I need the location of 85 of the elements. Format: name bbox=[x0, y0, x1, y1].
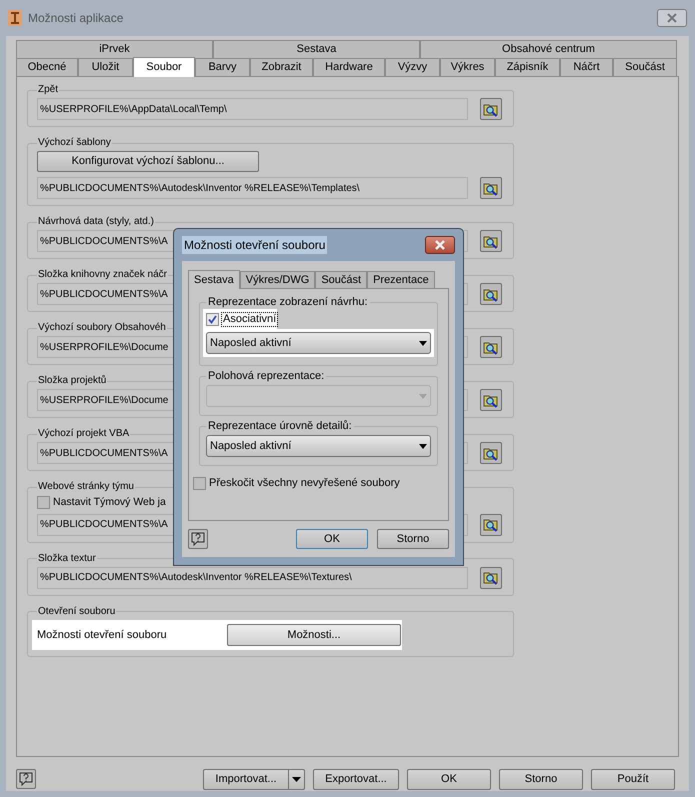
checkbox[interactable] bbox=[193, 476, 206, 490]
dialog-tab[interactable]: Výkres/DWG bbox=[240, 271, 316, 288]
tab[interactable]: Barvy bbox=[195, 58, 250, 76]
tab[interactable]: Zobrazit bbox=[250, 58, 313, 76]
folder-search-icon bbox=[483, 570, 499, 586]
checkbox-label: Přeskočit všechny nevyřešené soubory bbox=[209, 476, 400, 491]
dialog-tab[interactable]: Sestava bbox=[188, 270, 240, 289]
group-legend: Otevření souboru bbox=[37, 604, 116, 619]
group-legend: Výchozí šablony bbox=[37, 136, 112, 150]
browse-button[interactable] bbox=[480, 336, 502, 358]
tab[interactable]: Součást bbox=[613, 58, 677, 76]
dialog-button[interactable]: OK bbox=[296, 529, 368, 549]
folder-search-icon bbox=[483, 102, 499, 116]
group-legend: Složka textur bbox=[37, 552, 97, 566]
tab[interactable]: Hardware bbox=[313, 58, 385, 76]
tab[interactable]: Sestava bbox=[213, 40, 420, 58]
folder-search-icon bbox=[483, 180, 499, 196]
caret-icon bbox=[419, 340, 427, 346]
footer-button[interactable]: Použít bbox=[591, 768, 675, 790]
dialog-button[interactable]: Storno bbox=[377, 529, 449, 549]
folder-search-icon bbox=[483, 517, 499, 532]
caret-icon bbox=[419, 444, 427, 448]
close-icon bbox=[434, 240, 446, 250]
browse-button[interactable] bbox=[480, 514, 502, 536]
help-button[interactable] bbox=[188, 529, 208, 549]
footer-button[interactable]: Storno bbox=[499, 768, 583, 790]
browse-button[interactable] bbox=[480, 566, 502, 589]
group-legend: Návrhová data (styly, atd.) bbox=[37, 215, 155, 229]
group-legend: Zpět bbox=[37, 83, 60, 97]
group-legend: Výchozí projekt VBA bbox=[37, 427, 130, 441]
folder-search-icon bbox=[483, 340, 499, 354]
path-field[interactable]: %PUBLICDOCUMENTS%\Autodesk\Inventor %RELEASE%\Templates\ bbox=[37, 177, 468, 199]
browse-button[interactable] bbox=[480, 98, 502, 120]
dialog-title: Možnosti otevření souboru bbox=[182, 236, 328, 254]
folder-search-icon bbox=[483, 286, 499, 302]
tab[interactable]: Náčrt bbox=[560, 58, 613, 76]
group-legend: Reprezentace úrovně detailů: bbox=[206, 419, 354, 433]
dropdown[interactable]: Naposled aktivní bbox=[206, 332, 431, 354]
dropdown[interactable]: Naposled aktivní bbox=[206, 435, 431, 457]
path-field[interactable]: %PUBLICDOCUMENTS%\Autodesk\Inventor %RELEASE%\Textures\ bbox=[37, 566, 468, 589]
checkbox[interactable] bbox=[206, 312, 219, 326]
footer-button[interactable]: OK bbox=[407, 768, 491, 790]
dialog-tab[interactable]: Prezentace bbox=[367, 271, 435, 288]
checkbox-label: Nastavit Týmový Web ja bbox=[53, 495, 166, 510]
folder-search-icon bbox=[483, 234, 499, 248]
tab[interactable]: Soubor bbox=[133, 57, 195, 77]
browse-button[interactable] bbox=[480, 283, 502, 305]
caret-icon bbox=[292, 776, 301, 782]
close-icon bbox=[666, 13, 678, 23]
tab[interactable]: iPrvek bbox=[16, 40, 213, 58]
caret-icon bbox=[419, 394, 427, 398]
folder-search-icon bbox=[483, 446, 499, 460]
group-legend: Složka knihovny značek náčr bbox=[37, 268, 168, 282]
checkbox[interactable] bbox=[37, 496, 50, 510]
tab[interactable]: Výzvy bbox=[385, 58, 440, 76]
options-button[interactable]: Možnosti... bbox=[227, 624, 401, 646]
tab[interactable]: Výkres bbox=[440, 58, 495, 76]
close-button[interactable] bbox=[425, 236, 455, 254]
window-title: Možnosti aplikace bbox=[28, 10, 124, 27]
tab[interactable]: Zápisník bbox=[495, 58, 560, 76]
group-legend: Polohová reprezentace: bbox=[206, 369, 326, 383]
tab[interactable]: Uložit bbox=[78, 58, 133, 76]
browse-button[interactable] bbox=[480, 442, 502, 464]
group-legend: Výchozí soubory Obsahovéh bbox=[37, 321, 167, 335]
group-legend: Reprezentace zobrazení návrhu: bbox=[206, 295, 370, 309]
tab[interactable]: Obecné bbox=[16, 58, 78, 76]
folder-search-icon bbox=[483, 392, 499, 408]
check-icon bbox=[208, 314, 217, 324]
tab[interactable]: Obsahové centrum bbox=[420, 40, 677, 58]
group-legend: Složka projektů bbox=[37, 374, 108, 388]
dialog-tab[interactable]: Součást bbox=[315, 271, 368, 288]
path-field[interactable]: %USERPROFILE%\AppData\Local\Temp\ bbox=[37, 98, 468, 120]
import-split-button[interactable]: Importovat... bbox=[203, 768, 305, 790]
option-label: Možnosti otevření souboru bbox=[37, 628, 168, 642]
footer-button[interactable]: Exportovat... bbox=[313, 768, 399, 790]
browse-button[interactable] bbox=[480, 389, 502, 411]
help-bubble-icon bbox=[191, 532, 205, 546]
group-legend: Webové stránky týmu bbox=[37, 480, 135, 494]
checkbox-label: Asociativní bbox=[221, 312, 278, 326]
browse-button[interactable] bbox=[480, 177, 502, 199]
configure-template-button[interactable]: Konfigurovat výchozí šablonu... bbox=[37, 151, 259, 172]
app-logo-icon bbox=[8, 10, 22, 26]
help-button[interactable] bbox=[16, 769, 36, 789]
help-bubble-icon bbox=[19, 772, 33, 786]
browse-button[interactable] bbox=[480, 230, 502, 252]
